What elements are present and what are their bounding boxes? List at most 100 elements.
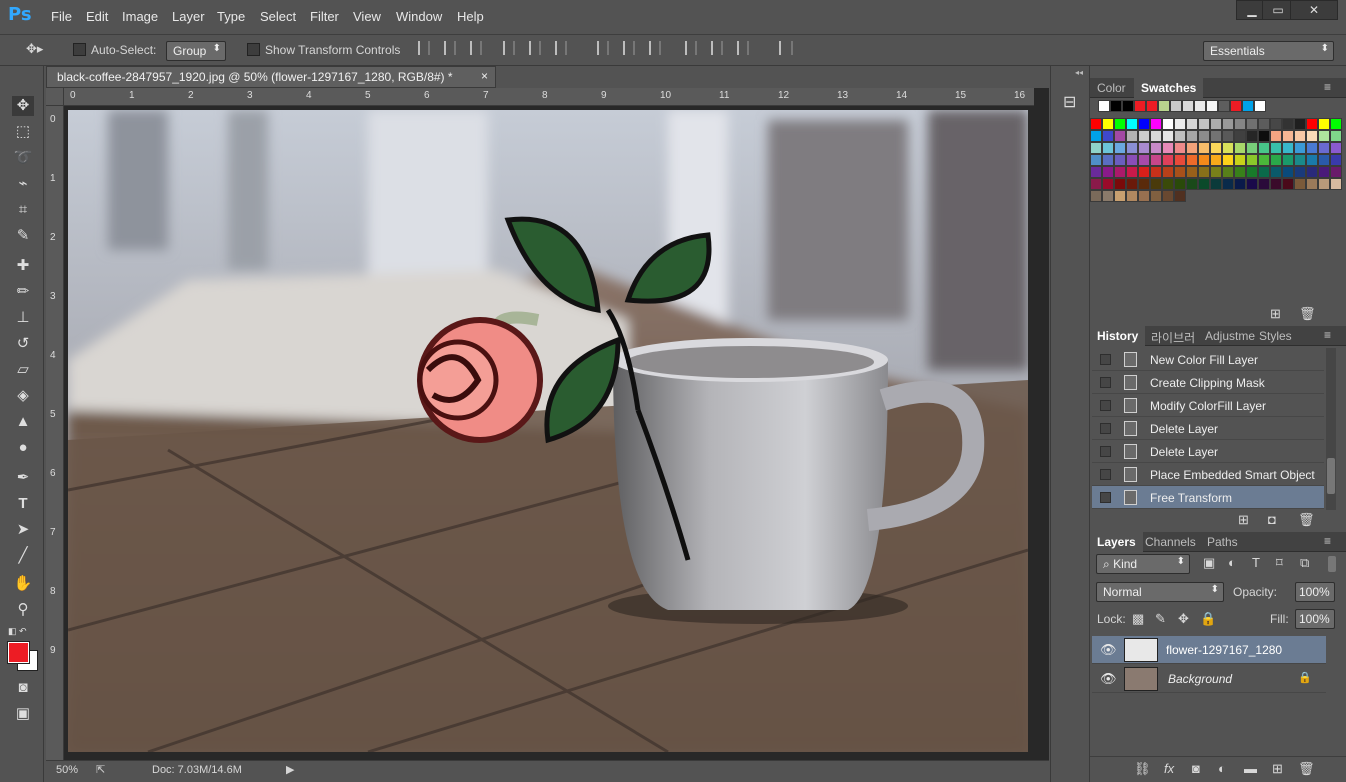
snapshot-camera-icon[interactable]: ◘ xyxy=(1268,512,1276,527)
quick-mask-icon[interactable]: ◙ xyxy=(12,678,34,698)
tab-history[interactable]: History xyxy=(1090,326,1146,346)
swatch[interactable] xyxy=(1282,130,1294,142)
tab-layers[interactable]: Layers xyxy=(1090,532,1143,552)
swatch[interactable] xyxy=(1102,118,1114,130)
swatch[interactable] xyxy=(1162,190,1174,202)
swatch[interactable] xyxy=(1330,178,1342,190)
swatch[interactable] xyxy=(1090,154,1102,166)
swatch[interactable] xyxy=(1318,166,1330,178)
swatch[interactable] xyxy=(1206,100,1218,112)
history-brush-tool-icon[interactable]: ↺ xyxy=(12,334,34,354)
panel-menu-icon[interactable]: ≡ xyxy=(1324,80,1331,94)
swatch[interactable] xyxy=(1162,118,1174,130)
tab-channels[interactable]: Channels xyxy=(1138,532,1203,552)
swatch[interactable] xyxy=(1194,100,1206,112)
swatch[interactable] xyxy=(1318,130,1330,142)
align-bottom-icon[interactable] xyxy=(470,41,482,55)
swatch[interactable] xyxy=(1270,154,1282,166)
swatch[interactable] xyxy=(1090,178,1102,190)
swatch[interactable] xyxy=(1198,178,1210,190)
swatch[interactable] xyxy=(1150,166,1162,178)
swatch[interactable] xyxy=(1210,154,1222,166)
lock-all-icon[interactable]: 🔒 xyxy=(1200,611,1216,627)
swatch[interactable] xyxy=(1222,166,1234,178)
move-tool-icon[interactable]: ✥▸ xyxy=(26,41,43,57)
swatch[interactable] xyxy=(1174,190,1186,202)
document-tab[interactable]: black-coffee-2847957_1920.jpg @ 50% (flo… xyxy=(46,66,496,88)
history-checkbox[interactable] xyxy=(1100,354,1111,365)
swatch[interactable] xyxy=(1102,142,1114,154)
history-item[interactable]: Place Embedded Smart Object xyxy=(1092,463,1324,486)
swatch[interactable] xyxy=(1246,142,1258,154)
history-item[interactable]: New Color Fill Layer xyxy=(1092,348,1324,371)
show-transform-checkbox[interactable] xyxy=(247,43,260,56)
new-swatch-icon[interactable]: ⊞ xyxy=(1270,306,1281,322)
menu-layer[interactable]: Layer xyxy=(172,9,205,24)
filter-toggle[interactable] xyxy=(1328,556,1336,572)
swatch[interactable] xyxy=(1102,166,1114,178)
canvas-image[interactable] xyxy=(68,110,1028,752)
distribute-vcenter-icon[interactable] xyxy=(623,41,635,55)
swatch[interactable] xyxy=(1114,118,1126,130)
history-item[interactable]: Delete Layer xyxy=(1092,440,1324,463)
swatch[interactable] xyxy=(1258,142,1270,154)
swatch[interactable] xyxy=(1122,100,1134,112)
swatch[interactable] xyxy=(1210,118,1222,130)
swatch[interactable] xyxy=(1162,178,1174,190)
swatch[interactable] xyxy=(1186,154,1198,166)
align-top-icon[interactable] xyxy=(418,41,430,55)
ruler-origin[interactable] xyxy=(46,88,64,106)
properties-panel-icon[interactable]: ⊟ xyxy=(1063,92,1076,112)
swatch[interactable] xyxy=(1270,142,1282,154)
swatch[interactable] xyxy=(1222,178,1234,190)
swatch[interactable] xyxy=(1330,166,1342,178)
swatch[interactable] xyxy=(1126,118,1138,130)
swatch[interactable] xyxy=(1126,166,1138,178)
swatch[interactable] xyxy=(1234,166,1246,178)
swatch[interactable] xyxy=(1270,130,1282,142)
swatch[interactable] xyxy=(1258,130,1270,142)
eyedropper-tool-icon[interactable]: ✎ xyxy=(12,226,34,246)
swatch[interactable] xyxy=(1254,100,1266,112)
swatch[interactable] xyxy=(1246,166,1258,178)
menu-window[interactable]: Window xyxy=(396,9,442,24)
collapse-arrows-icon[interactable]: ◂◂ xyxy=(1075,68,1083,77)
swatch[interactable] xyxy=(1186,142,1198,154)
swatch[interactable] xyxy=(1270,166,1282,178)
swatch[interactable] xyxy=(1306,154,1318,166)
swatch[interactable] xyxy=(1258,178,1270,190)
swatch[interactable] xyxy=(1174,130,1186,142)
filter-pixel-icon[interactable]: ▣ xyxy=(1203,555,1215,571)
swatch[interactable] xyxy=(1318,118,1330,130)
default-colors-icon[interactable]: ◧ ↶ xyxy=(8,626,27,637)
line-tool-icon[interactable]: ╱ xyxy=(12,546,34,566)
swatch[interactable] xyxy=(1282,142,1294,154)
swatch[interactable] xyxy=(1330,130,1342,142)
swatch[interactable] xyxy=(1198,142,1210,154)
history-item[interactable]: Delete Layer xyxy=(1092,417,1324,440)
swatch[interactable] xyxy=(1234,142,1246,154)
swatch[interactable] xyxy=(1306,166,1318,178)
swatch[interactable] xyxy=(1126,142,1138,154)
distribute-right-icon[interactable] xyxy=(737,41,749,55)
swatch[interactable] xyxy=(1138,142,1150,154)
swatch[interactable] xyxy=(1138,130,1150,142)
adjustment-layer-icon[interactable]: ◐ xyxy=(1218,761,1226,776)
menu-view[interactable]: View xyxy=(353,9,381,24)
panel-menu-icon[interactable]: ≡ xyxy=(1324,534,1331,548)
quick-select-tool-icon[interactable]: ⌁ xyxy=(12,174,34,194)
auto-align-icon[interactable] xyxy=(779,41,793,55)
swatch[interactable] xyxy=(1162,142,1174,154)
swatch[interactable] xyxy=(1174,178,1186,190)
swatch[interactable] xyxy=(1330,154,1342,166)
swatch[interactable] xyxy=(1186,130,1198,142)
menu-image[interactable]: Image xyxy=(122,9,158,24)
swatch[interactable] xyxy=(1134,100,1146,112)
lock-transparency-icon[interactable]: ▩ xyxy=(1132,611,1144,627)
opacity-field[interactable]: 100% xyxy=(1295,582,1335,602)
history-item[interactable]: Free Transform xyxy=(1092,486,1324,509)
swatch[interactable] xyxy=(1114,166,1126,178)
blend-mode-dropdown[interactable]: Normal ⬍ xyxy=(1096,582,1224,602)
hand-tool-icon[interactable]: ✋ xyxy=(12,574,34,594)
swatch[interactable] xyxy=(1186,118,1198,130)
